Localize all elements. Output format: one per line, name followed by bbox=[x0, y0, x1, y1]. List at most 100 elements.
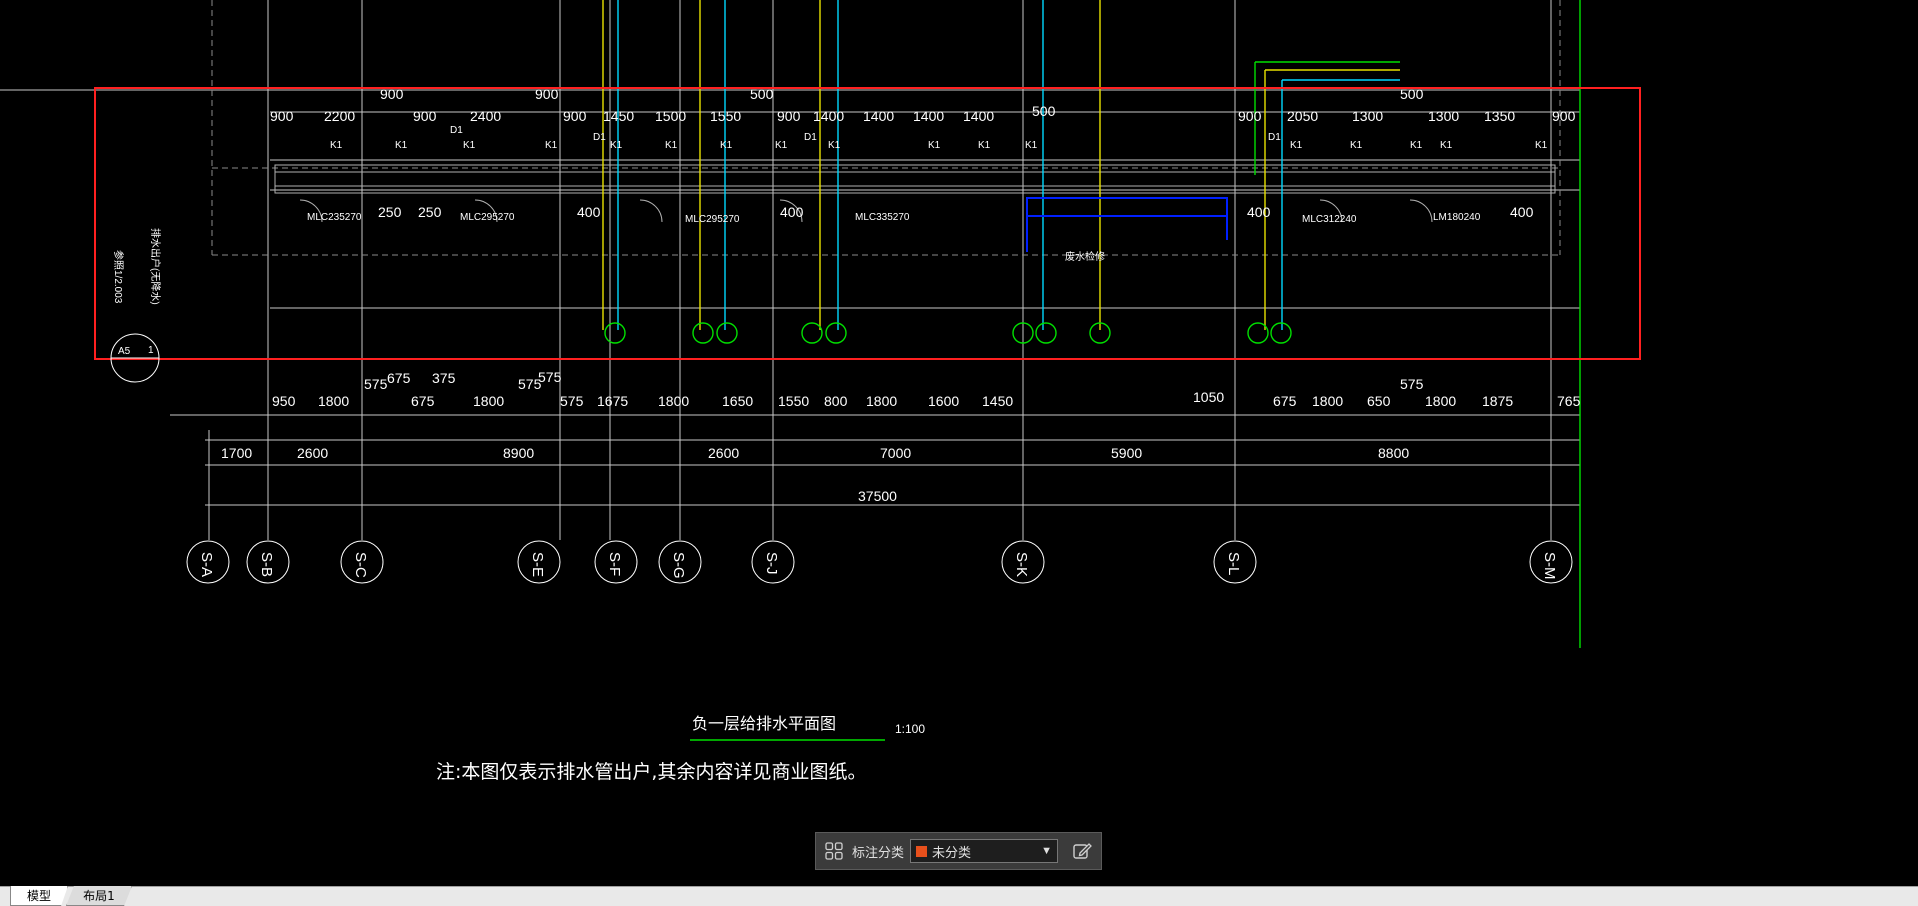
dim-text: 500 bbox=[1032, 103, 1056, 119]
annotation-category-select[interactable]: 未分类 ▼ bbox=[910, 839, 1059, 863]
dim-text: 1300 bbox=[1428, 108, 1459, 124]
side-circle-number: 1 bbox=[148, 345, 154, 356]
axis-bubbles bbox=[186, 540, 1573, 584]
axis-label: S-J bbox=[763, 552, 780, 575]
dim-text: 250 bbox=[378, 204, 402, 220]
k1-tag: K1 bbox=[545, 140, 558, 151]
side-note: 排水出户(无降水) bbox=[149, 228, 162, 305]
annotation-edit-button[interactable] bbox=[1064, 833, 1100, 869]
dim-text: 1800 bbox=[1312, 393, 1343, 409]
dim-text: 950 bbox=[272, 393, 296, 409]
dim-text: 900 bbox=[413, 108, 437, 124]
dim-text: 900 bbox=[563, 108, 587, 124]
dim-text: 1800 bbox=[866, 393, 897, 409]
window-tag: MLC295270 bbox=[460, 212, 515, 223]
category-color-swatch bbox=[916, 845, 928, 857]
window-tag: MLC295270 bbox=[685, 214, 740, 225]
dim-text: 900 bbox=[777, 108, 801, 124]
dim-text: 900 bbox=[270, 108, 294, 124]
dim-text: 2400 bbox=[470, 108, 501, 124]
layout-tab-bar: 模型 布局1 bbox=[0, 886, 1918, 906]
axis-label: S-G bbox=[670, 552, 687, 579]
dim-text: 1875 bbox=[1482, 393, 1513, 409]
annotation-grid-button[interactable] bbox=[816, 833, 852, 869]
dim-text: 2600 bbox=[297, 445, 328, 461]
k1-tag: K1 bbox=[463, 140, 476, 151]
dim-text: 1400 bbox=[863, 108, 894, 124]
dim-text: 1800 bbox=[1425, 393, 1456, 409]
tab-layout1[interactable]: 布局1 bbox=[66, 886, 132, 906]
dimension-row-a: 950 1800 675 1800 575 1675 1800 1650 155… bbox=[272, 369, 1581, 409]
k1-tag: K1 bbox=[978, 140, 991, 151]
dim-text: 650 bbox=[1367, 393, 1391, 409]
k1-tag: K1 bbox=[1290, 140, 1303, 151]
d1-tag: D1 bbox=[450, 125, 463, 136]
dim-text: 575 bbox=[538, 369, 562, 385]
annotation-category-label: 标注分类 bbox=[852, 845, 905, 861]
dim-text: 250 bbox=[418, 204, 442, 220]
riser-note: 废水检修 bbox=[1065, 250, 1105, 263]
tab-label: 布局1 bbox=[83, 889, 115, 903]
k1-tag: K1 bbox=[1025, 140, 1038, 151]
dim-text: 375 bbox=[432, 370, 456, 386]
drawing-title: 负一层给排水平面图 bbox=[692, 714, 836, 733]
axis-label: S-B bbox=[258, 552, 275, 577]
window-tag: MLC335270 bbox=[855, 212, 910, 223]
equipment-tags: K1 K1 K1 K1 K1 K1 K1 K1 K1 K1 K1 K1 K1 K… bbox=[330, 125, 1548, 151]
grid-icon bbox=[825, 842, 843, 860]
dim-text: 1800 bbox=[658, 393, 689, 409]
tab-model[interactable]: 模型 bbox=[10, 886, 68, 906]
dim-text: 675 bbox=[387, 370, 411, 386]
dim-text: 8800 bbox=[1378, 445, 1409, 461]
dim-text: 2200 bbox=[324, 108, 355, 124]
dim-text: 1550 bbox=[710, 108, 741, 124]
axis-label: S-C bbox=[352, 552, 369, 578]
dim-text: 1800 bbox=[318, 393, 349, 409]
k1-tag: K1 bbox=[720, 140, 733, 151]
floor-plan-drawing[interactable]: 900 2200 900 2400 900 1450 1500 1550 900… bbox=[0, 0, 1918, 886]
dim-text: 675 bbox=[1273, 393, 1297, 409]
axis-label: S-M bbox=[1541, 552, 1558, 580]
d1-tag: D1 bbox=[1268, 132, 1281, 143]
dim-text: 1700 bbox=[221, 445, 252, 461]
chevron-down-icon: ▼ bbox=[1041, 845, 1053, 857]
cad-drawing-canvas[interactable]: 900 2200 900 2400 900 1450 1500 1550 900… bbox=[0, 0, 1918, 886]
dim-text: 500 bbox=[750, 86, 774, 102]
dim-text: 1675 bbox=[597, 393, 628, 409]
dim-text: 800 bbox=[824, 393, 848, 409]
axis-label: S-A bbox=[198, 552, 215, 577]
side-note: 参照1/2.003 bbox=[112, 250, 125, 304]
dim-text: 900 bbox=[1552, 108, 1576, 124]
dim-text: 8900 bbox=[503, 445, 534, 461]
k1-tag: K1 bbox=[395, 140, 408, 151]
drawing-note: 注:本图仅表示排水管出户,其余内容详见商业图纸。 bbox=[436, 761, 866, 783]
k1-tag: K1 bbox=[928, 140, 941, 151]
side-circle-ref: A5 bbox=[118, 346, 131, 357]
axis-label: S-K bbox=[1013, 552, 1030, 577]
dim-text: 575 bbox=[1400, 376, 1424, 392]
dim-text: 1450 bbox=[603, 108, 634, 124]
misc-dimensions: 900 900 500 500 500 250 250 400 400 400 … bbox=[378, 86, 1534, 220]
k1-tag: K1 bbox=[610, 140, 623, 151]
dim-text: 575 bbox=[560, 393, 584, 409]
dim-text: 1400 bbox=[913, 108, 944, 124]
k1-tag: K1 bbox=[775, 140, 788, 151]
dim-text: 675 bbox=[411, 393, 435, 409]
title-block: 负一层给排水平面图 1:100 注:本图仅表示排水管出户,其余内容详见商业图纸。 bbox=[436, 714, 925, 783]
dim-text: 1450 bbox=[982, 393, 1013, 409]
dim-text: 900 bbox=[380, 86, 404, 102]
dim-text: 400 bbox=[1247, 204, 1271, 220]
dim-text: 1300 bbox=[1352, 108, 1383, 124]
dim-text: 1500 bbox=[655, 108, 686, 124]
window-tag: LM180240 bbox=[1433, 212, 1481, 223]
drawing-scale: 1:100 bbox=[895, 722, 925, 736]
annotation-toolbar: 标注分类 未分类 ▼ bbox=[815, 832, 1102, 870]
dim-text: 900 bbox=[535, 86, 559, 102]
dim-text: 1400 bbox=[813, 108, 844, 124]
dim-text: 1350 bbox=[1484, 108, 1515, 124]
k1-tag: K1 bbox=[1410, 140, 1423, 151]
annotation-category-value: 未分类 bbox=[932, 845, 972, 861]
k1-tag: K1 bbox=[665, 140, 678, 151]
dim-text: 400 bbox=[1510, 204, 1534, 220]
dim-text: 900 bbox=[1238, 108, 1262, 124]
